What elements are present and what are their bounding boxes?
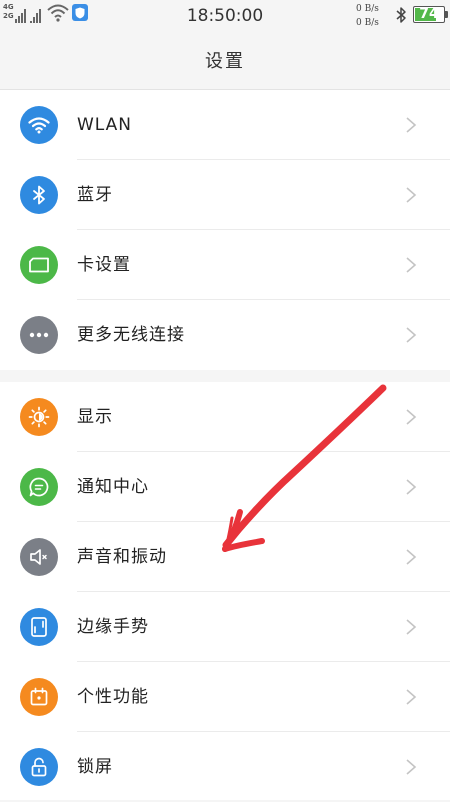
settings-item-label: 锁屏 bbox=[77, 757, 113, 777]
chevron-right-icon bbox=[406, 327, 417, 343]
brightness-icon bbox=[20, 398, 58, 436]
network-speed: 0 B/s 0 B/s bbox=[356, 2, 379, 30]
header: 设置 bbox=[0, 34, 450, 89]
lock-icon bbox=[20, 748, 58, 786]
battery-level: 74 bbox=[419, 6, 439, 22]
settings-item-edge-gestures[interactable]: 边缘手势 bbox=[0, 592, 450, 662]
settings-item-sim-card[interactable]: 卡设置 bbox=[0, 230, 450, 300]
settings-group-connectivity: WLAN 蓝牙 卡设置 更多无线连接 bbox=[0, 90, 450, 370]
battery-tip bbox=[445, 11, 448, 18]
settings-group-device: 显示 通知中心 声音和振动 边缘手势 个性功能 锁屏 bbox=[0, 382, 450, 800]
settings-item-sound-vibration[interactable]: 声音和振动 bbox=[0, 522, 450, 592]
settings-item-personal-features[interactable]: 个性功能 bbox=[0, 662, 450, 732]
sim-card-icon bbox=[20, 246, 58, 284]
bluetooth-icon bbox=[20, 176, 58, 214]
more-icon bbox=[20, 316, 58, 354]
chevron-right-icon bbox=[406, 689, 417, 705]
page-title: 设置 bbox=[205, 51, 245, 72]
settings-item-label: 声音和振动 bbox=[77, 547, 167, 567]
settings-item-label: 通知中心 bbox=[77, 477, 149, 497]
chevron-right-icon bbox=[406, 759, 417, 775]
settings-item-display[interactable]: 显示 bbox=[0, 382, 450, 452]
wifi-icon bbox=[20, 106, 58, 144]
upload-speed: 0 B/s bbox=[356, 4, 379, 14]
settings-item-bluetooth[interactable]: 蓝牙 bbox=[0, 160, 450, 230]
chevron-right-icon bbox=[406, 187, 417, 203]
settings-item-label: 个性功能 bbox=[77, 687, 149, 707]
settings-item-label: 显示 bbox=[77, 407, 113, 427]
settings-item-notification-center[interactable]: 通知中心 bbox=[0, 452, 450, 522]
speaker-icon bbox=[20, 538, 58, 576]
settings-item-lock-screen[interactable]: 锁屏 bbox=[0, 732, 450, 802]
settings-item-more-wireless[interactable]: 更多无线连接 bbox=[0, 300, 450, 370]
message-icon bbox=[20, 468, 58, 506]
chevron-right-icon bbox=[406, 619, 417, 635]
status-time: 18:50:00 bbox=[186, 6, 264, 26]
chevron-right-icon bbox=[406, 257, 417, 273]
chevron-right-icon bbox=[406, 409, 417, 425]
download-speed: 0 B/s bbox=[356, 18, 379, 28]
status-bar: 4G 2G 18:50:00 0 B/s 0 B/s 74 bbox=[0, 0, 450, 34]
chevron-right-icon bbox=[406, 479, 417, 495]
chevron-right-icon bbox=[406, 117, 417, 133]
bluetooth-icon bbox=[396, 7, 406, 23]
battery-icon: 74 bbox=[413, 6, 445, 23]
chevron-right-icon bbox=[406, 549, 417, 565]
settings-item-wlan[interactable]: WLAN bbox=[0, 90, 450, 160]
settings-item-label: WLAN bbox=[77, 115, 133, 135]
settings-item-label: 蓝牙 bbox=[77, 185, 113, 205]
settings-item-label: 更多无线连接 bbox=[77, 325, 185, 345]
settings-item-label: 卡设置 bbox=[77, 255, 131, 275]
edge-gesture-icon bbox=[20, 608, 58, 646]
calendar-icon bbox=[20, 678, 58, 716]
settings-item-label: 边缘手势 bbox=[77, 617, 149, 637]
